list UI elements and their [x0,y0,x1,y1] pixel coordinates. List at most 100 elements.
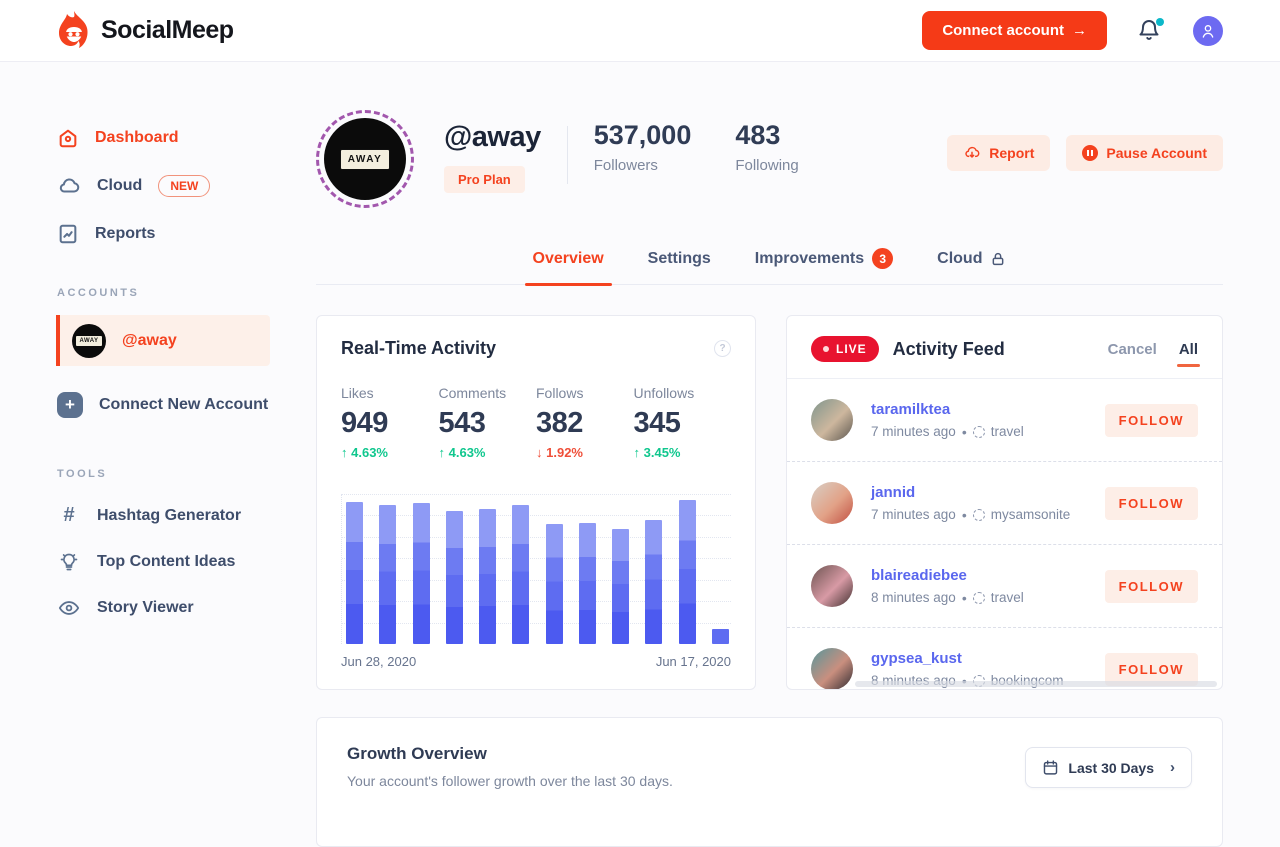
bar [679,500,696,644]
feed-item: blaireadiebee 8 minutes ago• travel FOLL… [787,545,1222,628]
improvements-count-badge: 3 [872,248,893,269]
new-badge: NEW [158,175,210,197]
notification-bell-icon[interactable] [1137,18,1163,44]
feed-item: jannid 7 minutes ago• mysamsonite FOLLOW [787,462,1222,545]
user-avatar[interactable] [1193,16,1223,46]
cloud-download-icon [963,145,981,161]
sidebar-item-cloud[interactable]: Cloud NEW [57,175,300,197]
main-content: AWAY @away Pro Plan 537,000 Followers 48… [316,62,1223,847]
growth-overview-card: Growth Overview Your account's follower … [316,717,1223,847]
activity-feed-title: Activity Feed [893,339,1005,360]
sidebar-item-top-content-ideas[interactable]: Top Content Ideas [57,551,300,573]
growth-overview-subtitle: Your account's follower growth over the … [347,773,673,789]
pause-icon [1082,145,1098,161]
feed-user-avatar[interactable] [811,648,853,690]
tab-settings[interactable]: Settings [648,248,711,284]
activity-bar-chart [341,494,731,644]
tab-overview[interactable]: Overview [533,248,604,284]
sidebar-item-dashboard[interactable]: Dashboard [57,127,300,149]
activity-feed-card: LIVE Activity Feed Cancel All taramilkte… [786,315,1223,690]
sidebar-item-hashtag-generator[interactable]: # Hashtag Generator [57,504,300,527]
chart-start-date: Jun 28, 2020 [341,654,416,669]
tag-icon [973,426,985,438]
following-stat: 483 Following [735,120,798,174]
feed-user-avatar[interactable] [811,399,853,441]
notification-dot [1156,18,1164,26]
real-time-activity-title: Real-Time Activity [341,338,496,359]
bar [479,509,496,644]
lightbulb-icon [57,551,81,573]
all-filter-link[interactable]: All [1179,341,1198,358]
live-dot-icon [823,346,829,352]
up-arrow-icon: ↑ [634,445,641,460]
brand-logo: SocialMeep [57,11,234,51]
accounts-section-label: ACCOUNTS [57,287,300,299]
feed-username[interactable]: gypsea_kust [871,650,1064,667]
plus-icon: + [57,392,83,418]
bar [446,511,463,645]
bar [413,503,430,644]
real-time-activity-card: Real-Time Activity ? Likes 949 ↑ 4.63% C… [316,315,756,690]
follow-button[interactable]: FOLLOW [1105,570,1198,603]
bar [546,524,563,644]
calendar-icon [1042,759,1059,776]
bar [712,629,729,644]
hashtag-icon: # [57,504,81,527]
followers-stat: 537,000 Followers [594,120,692,174]
account-avatar: AWAY [72,324,106,358]
profile-header: AWAY @away Pro Plan 537,000 Followers 48… [316,108,1223,208]
chart-end-date: Jun 17, 2020 [656,654,731,669]
active-account-indicator [56,315,60,366]
report-doc-icon [57,223,79,245]
sidebar-account-away[interactable]: AWAY @away [56,315,270,366]
likes-stat: Likes 949 ↑ 4.63% [341,385,439,460]
sidebar-item-story-viewer[interactable]: Story Viewer [57,597,300,619]
bar [645,520,662,645]
tab-improvements[interactable]: Improvements 3 [755,248,893,284]
profile-avatar: AWAY [316,110,414,208]
feed-scrollbar[interactable] [855,681,1217,687]
help-icon[interactable]: ? [714,340,731,357]
plan-badge: Pro Plan [444,166,525,193]
tag-icon [973,592,985,604]
bar [379,505,396,645]
tag-icon [973,509,985,521]
arrow-right-icon: → [1072,22,1087,39]
up-arrow-icon: ↑ [439,445,446,460]
follows-stat: Follows 382 ↓ 1.92% [536,385,634,460]
eye-icon [57,597,81,619]
feed-username[interactable]: taramilktea [871,401,1024,418]
flame-logo-icon [57,11,91,51]
date-range-button[interactable]: Last 30 Days › [1025,747,1192,788]
lock-icon [990,251,1006,267]
feed-username[interactable]: jannid [871,484,1070,501]
follow-button[interactable]: FOLLOW [1105,404,1198,437]
tools-section-label: TOOLS [57,468,300,480]
bar [512,505,529,645]
profile-handle: @away [444,121,541,154]
bar-series [346,494,729,644]
connect-account-button[interactable]: Connect account→ [922,11,1107,50]
profile-tabs: Overview Settings Improvements 3 Cloud [316,248,1223,285]
down-arrow-icon: ↓ [536,445,543,460]
brand-name: SocialMeep [101,16,234,45]
feed-item: taramilktea 7 minutes ago• travel FOLLOW [787,379,1222,462]
sidebar-item-reports[interactable]: Reports [57,223,300,245]
tab-cloud[interactable]: Cloud [937,248,1006,284]
comments-stat: Comments 543 ↑ 4.63% [439,385,537,460]
unfollows-stat: Unfollows 345 ↑ 3.45% [634,385,732,460]
feed-username[interactable]: blaireadiebee [871,567,1024,584]
bar [579,523,596,645]
feed-user-avatar[interactable] [811,482,853,524]
bar [612,529,629,645]
feed-user-avatar[interactable] [811,565,853,607]
connect-new-account-button[interactable]: + Connect New Account [57,392,300,418]
sidebar: Dashboard Cloud NEW Reports ACCOUNTS AWA… [0,62,300,619]
cancel-filter-link[interactable]: Cancel [1108,341,1157,358]
bar [346,502,363,645]
up-arrow-icon: ↑ [341,445,348,460]
report-button[interactable]: Report [947,135,1050,171]
pause-account-button[interactable]: Pause Account [1066,135,1223,171]
home-icon [57,127,79,149]
follow-button[interactable]: FOLLOW [1105,487,1198,520]
